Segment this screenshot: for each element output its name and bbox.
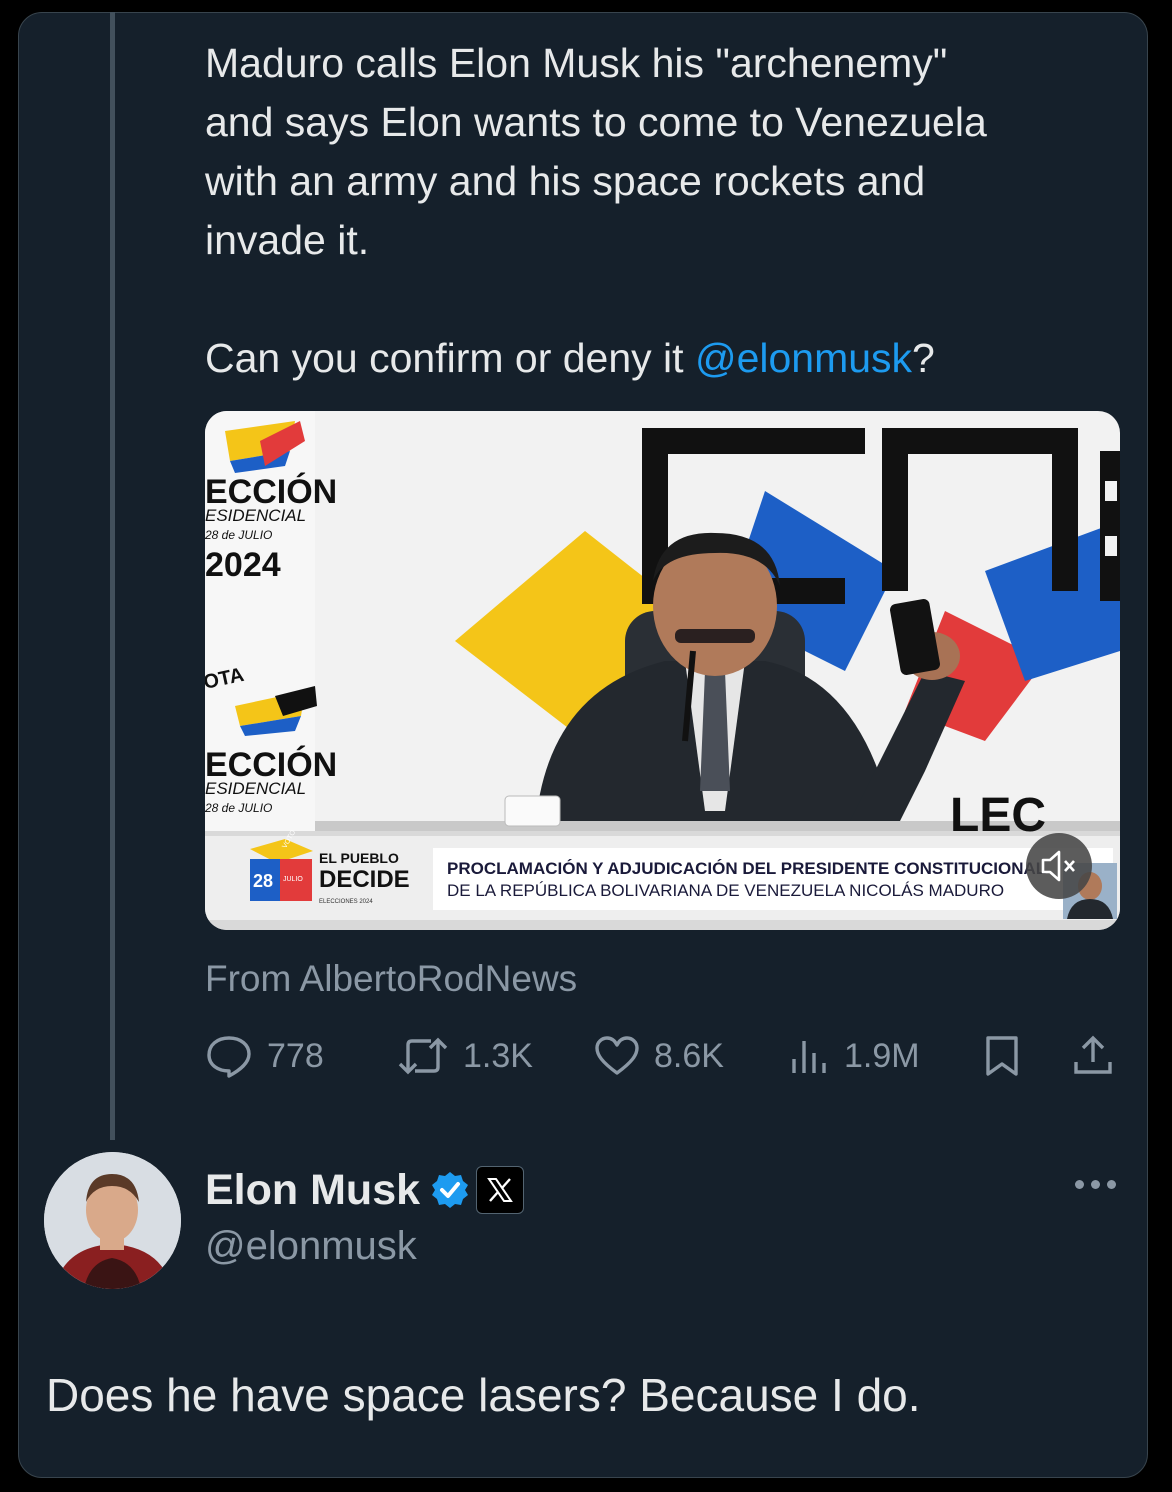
logo-line1: EL PUEBLO <box>319 850 399 866</box>
share-icon <box>1074 1035 1112 1074</box>
quoted-tweet-text: Maduro calls Elon Musk his "archenemy" a… <box>205 34 1135 388</box>
more-icon <box>1075 1180 1084 1189</box>
banner-text: 28 de JULIO <box>205 801 272 815</box>
logo-month: JULIO <box>283 876 303 883</box>
tweet-question: Can you confirm or deny it @elonmusk? <box>205 329 1135 388</box>
more-icon <box>1091 1180 1100 1189</box>
like-icon <box>595 1036 639 1075</box>
mute-button[interactable] <box>1026 833 1092 899</box>
video-frame: ECCIÓN ESIDENCIAL 28 de JULIO 2024 OTA E… <box>205 411 1120 930</box>
repost-count: 1.3K <box>463 1036 533 1075</box>
thread-connector-line <box>110 12 115 1140</box>
views-icon <box>792 1041 826 1073</box>
tweet-text-line: and says Elon wants to come to Venezuela <box>205 99 987 145</box>
author-row: Elon Musk <box>205 1164 525 1216</box>
views-button[interactable]: 1.9M <box>790 1028 920 1084</box>
tweet-text-line: invade it. <box>205 217 370 263</box>
affiliate-badge[interactable] <box>476 1166 525 1214</box>
video-player[interactable]: ECCIÓN ESIDENCIAL 28 de JULIO 2024 OTA E… <box>205 411 1120 930</box>
tweet-text-line: Maduro calls Elon Musk his "archenemy" <box>205 40 948 86</box>
bookmark-button[interactable] <box>983 1028 1035 1084</box>
tweet-action-bar: 778 1.3K 8.6K 1.9M <box>205 1028 1120 1084</box>
logo-line3: ELECCIONES 2024 <box>319 899 373 905</box>
chyron-subtitle: DE LA REPÚBLICA BOLIVARIANA DE VENEZUELA… <box>447 881 1004 900</box>
repost-icon <box>398 1037 448 1075</box>
banner-text: 28 de JULIO <box>205 528 272 542</box>
mute-icon <box>1041 850 1075 882</box>
cne-sign-text: LEC <box>950 789 1046 842</box>
more-options-button[interactable] <box>1075 1180 1116 1189</box>
chyron-title: PROCLAMACIÓN Y ADJUDICACIÓN DEL PRESIDEN… <box>447 859 1046 878</box>
banner-year: 2024 <box>205 546 281 584</box>
tweet-text-line: with an army and his space rockets and <box>205 158 926 204</box>
share-button[interactable] <box>1071 1028 1129 1084</box>
like-button[interactable]: 8.6K <box>594 1028 724 1084</box>
logo-line2: DECIDE <box>319 866 410 893</box>
reply-count: 778 <box>267 1036 324 1075</box>
avatar-image <box>44 1152 181 1289</box>
like-count: 8.6K <box>654 1036 724 1075</box>
reply-icon <box>207 1036 251 1078</box>
views-count: 1.9M <box>844 1036 920 1075</box>
repost-button[interactable]: 1.3K <box>397 1028 533 1084</box>
reply-button[interactable]: 778 <box>205 1028 324 1084</box>
banner-text: ESIDENCIAL <box>205 779 306 798</box>
avatar[interactable] <box>44 1152 181 1289</box>
display-name[interactable]: Elon Musk <box>205 1166 420 1215</box>
banner-text: ESIDENCIAL <box>205 506 306 525</box>
mention-link[interactable]: @elonmusk <box>695 335 912 381</box>
video-source-attribution[interactable]: From AlbertoRodNews <box>205 958 577 1000</box>
question-text: Can you confirm or deny it <box>205 335 695 381</box>
logo-day: 28 <box>253 871 273 891</box>
verified-icon <box>432 1172 469 1208</box>
bookmark-icon <box>986 1036 1018 1076</box>
reply-tweet-text: Does he have space lasers? Because I do. <box>46 1369 921 1421</box>
more-icon <box>1107 1180 1116 1189</box>
question-mark: ? <box>912 335 935 381</box>
x-logo-icon <box>487 1178 513 1202</box>
username-handle[interactable]: @elonmusk <box>205 1224 417 1269</box>
